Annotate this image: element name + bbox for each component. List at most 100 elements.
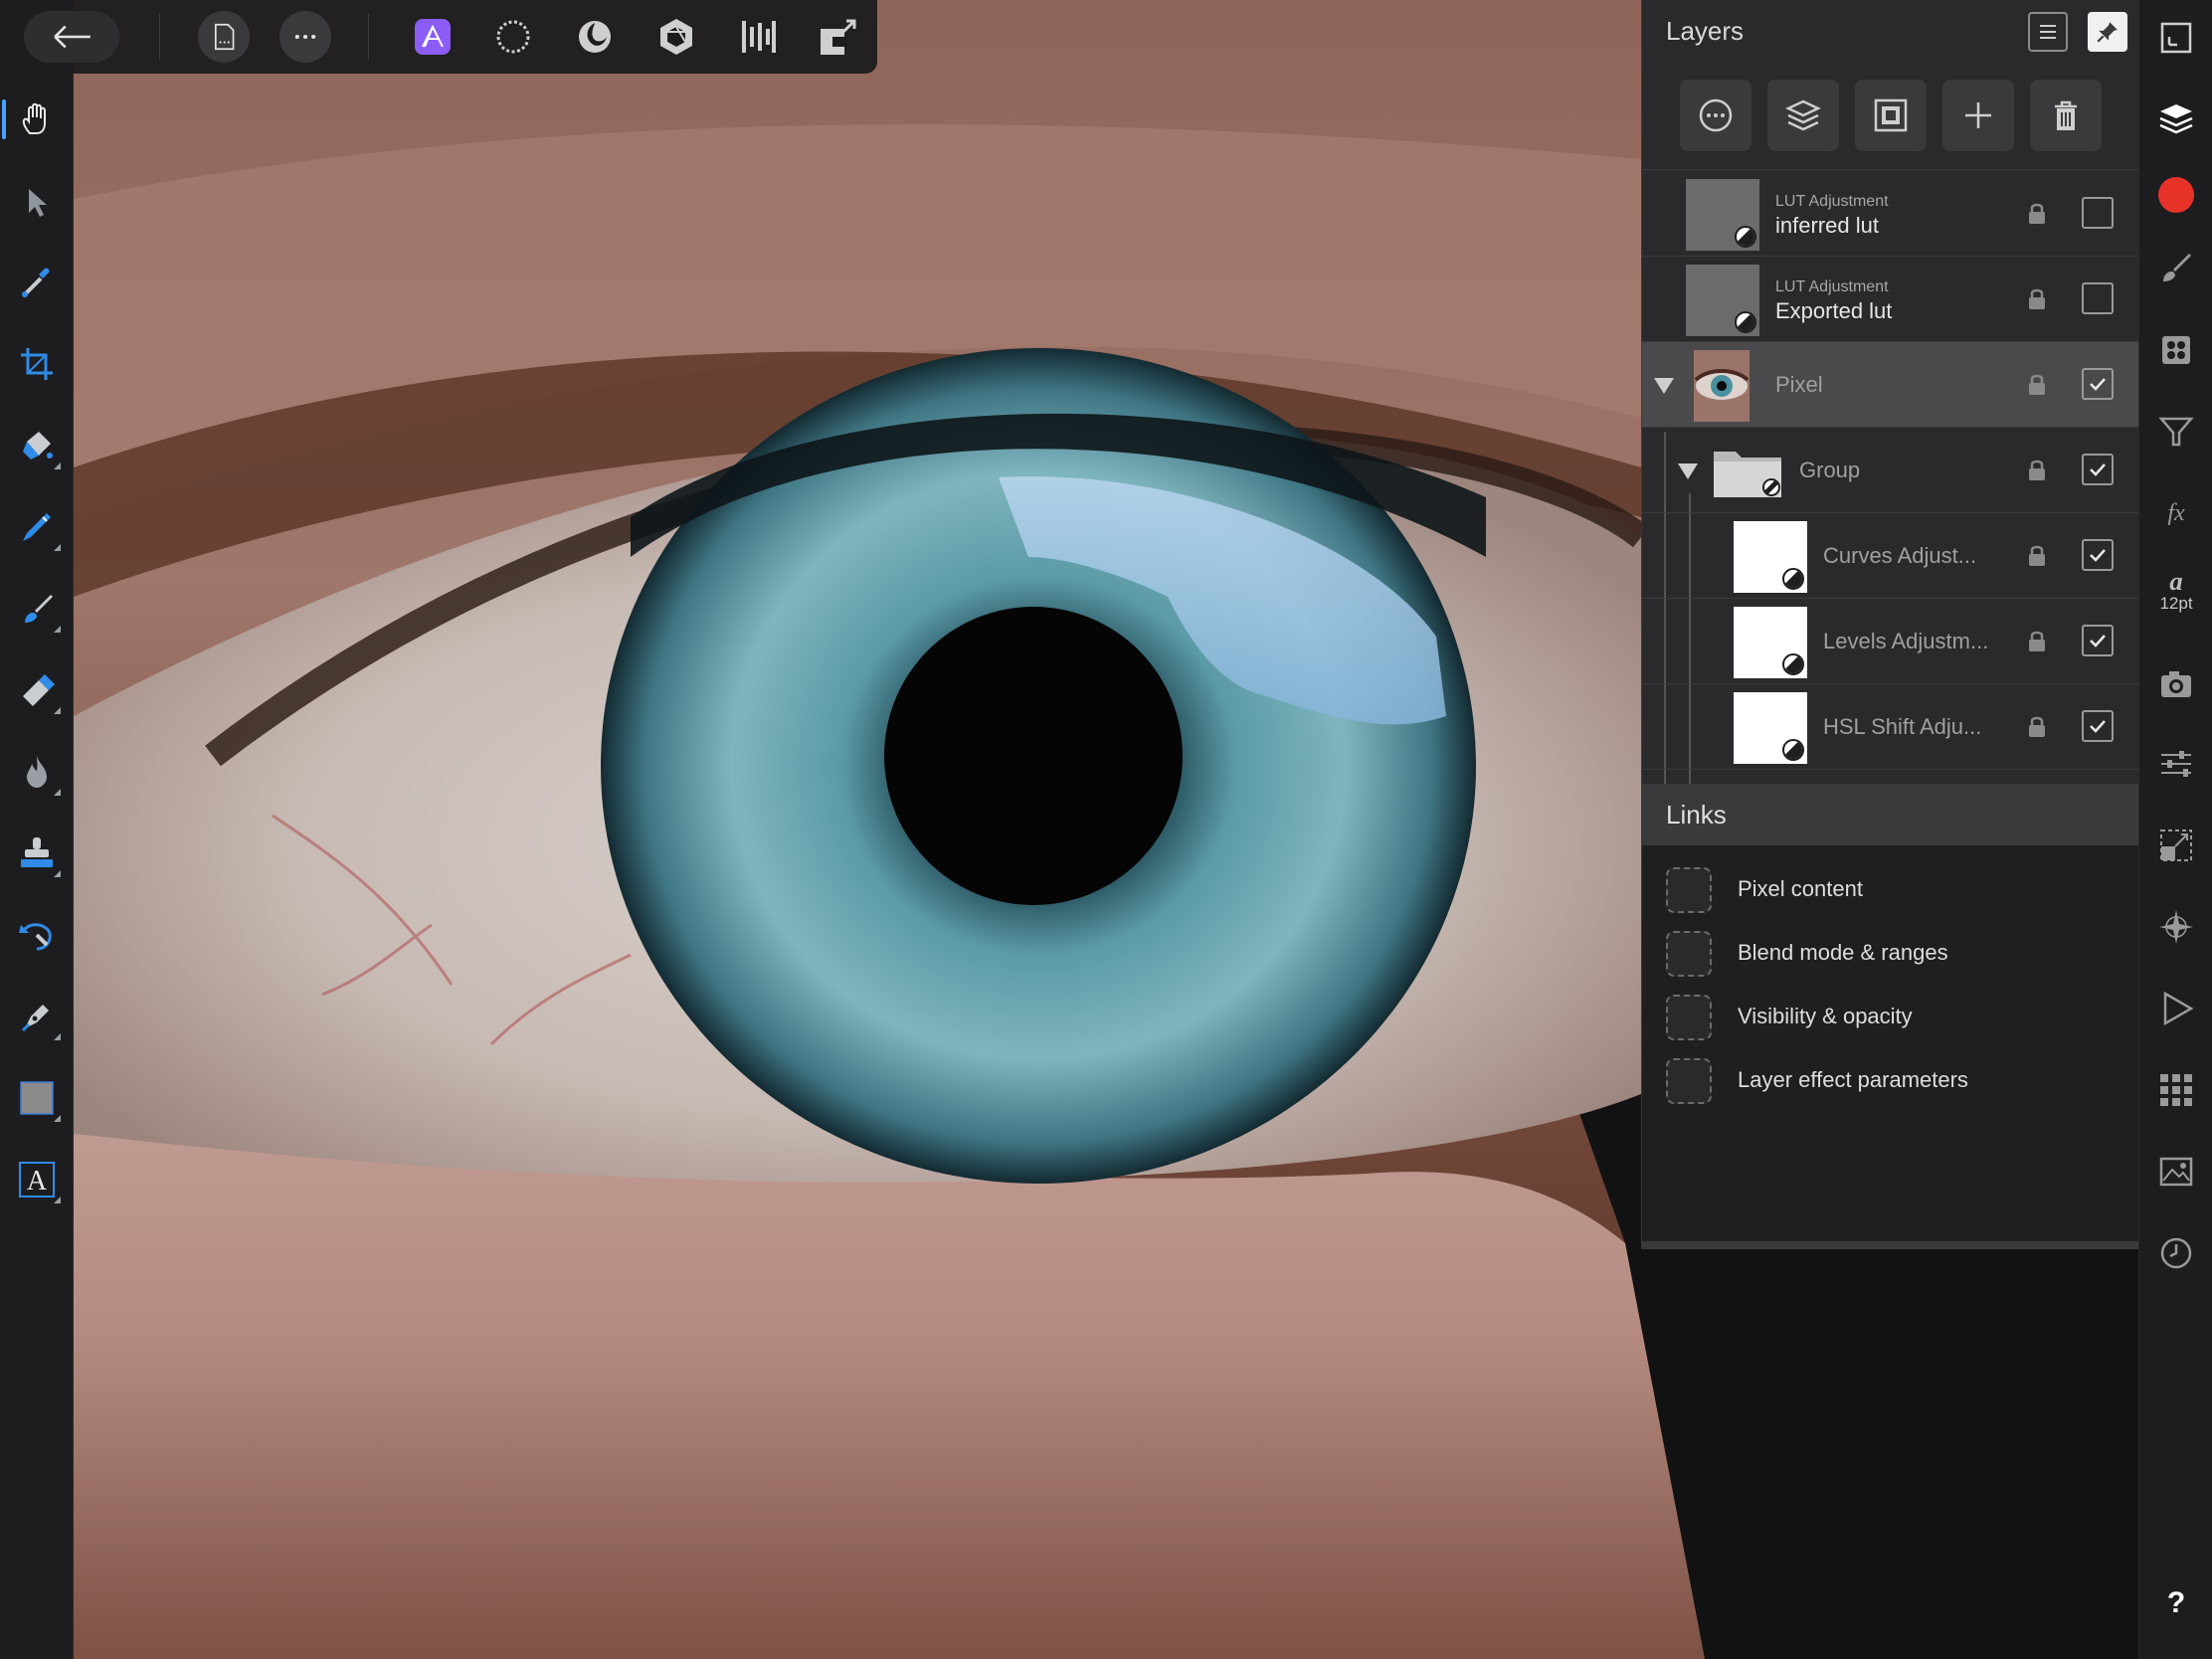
layer-row-hsl-shift-adjustment[interactable]: HSL Shift Adju... [1642, 684, 2139, 770]
tools-panel: A [0, 0, 74, 1659]
help-button[interactable]: ? [2150, 1577, 2202, 1629]
fx-icon[interactable]: fx [2150, 487, 2202, 539]
svg-text:A: A [27, 1166, 48, 1197]
layer-name: Curves Adjust... [1823, 543, 1977, 568]
paint-brush-tool-icon[interactable] [11, 583, 63, 635]
layer-options-button[interactable] [1680, 80, 1751, 151]
adjustment-badge-icon [1782, 653, 1804, 675]
panel-menu-button[interactable] [2028, 12, 2068, 52]
visibility-checkbox[interactable] [2082, 710, 2114, 742]
visibility-checkbox[interactable] [2082, 197, 2114, 229]
selection-persona-icon[interactable] [485, 9, 541, 65]
visibility-checkbox[interactable] [2082, 282, 2114, 314]
macros-play-icon[interactable] [2150, 983, 2202, 1034]
layer-row-inferred-lut[interactable]: LUT Adjustment inferred lut [1642, 171, 2139, 257]
navigator-icon[interactable] [2150, 12, 2202, 64]
lock-icon[interactable] [2026, 629, 2048, 654]
erase-brush-tool-icon[interactable] [11, 664, 63, 716]
layer-stack-icon[interactable] [1767, 80, 1839, 151]
layer-name: Pixel [1775, 372, 1823, 397]
lock-icon[interactable] [2026, 714, 2048, 740]
svg-text:a: a [2169, 568, 2182, 596]
lock-icon[interactable] [2026, 458, 2048, 483]
link-option-layer-effect-parameters[interactable]: Layer effect parameters [1642, 1052, 2139, 1108]
link-checkbox[interactable] [1666, 1058, 1712, 1104]
links-header[interactable]: Links [1642, 784, 2139, 845]
studio-bar: fx a 12pt ? [2138, 0, 2212, 1659]
layer-row-curves-adjustment[interactable]: Curves Adjust... [1642, 513, 2139, 599]
clone-brush-tool-stamp-icon[interactable] [11, 828, 63, 879]
panel-resize-edge[interactable] [1642, 1241, 2139, 1249]
visibility-checkbox[interactable] [2082, 368, 2114, 400]
stock-images-icon[interactable] [2150, 1146, 2202, 1198]
link-option-visibility-opacity[interactable]: Visibility & opacity [1642, 989, 2139, 1044]
link-label: Pixel content [1738, 876, 1863, 901]
layer-actions-bar [1642, 64, 2139, 170]
artistic-text-tool-icon[interactable]: A [11, 1154, 63, 1205]
flood-fill-tool-icon[interactable] [11, 420, 63, 471]
layer-row-exported-lut[interactable]: LUT Adjustment Exported lut [1642, 257, 2139, 342]
stock-compass-icon[interactable] [2150, 901, 2202, 953]
text-style-icon[interactable]: a 12pt [2150, 565, 2202, 617]
link-checkbox[interactable] [1666, 931, 1712, 977]
lock-icon[interactable] [2026, 372, 2048, 398]
layer-name: Levels Adjustm... [1823, 629, 1989, 653]
rectangle-tool-icon[interactable] [11, 1072, 63, 1124]
link-checkbox[interactable] [1666, 867, 1712, 913]
color-picker-tool-icon[interactable] [11, 257, 63, 308]
link-option-pixel-content[interactable]: Pixel content [1642, 861, 2139, 917]
view-tool-hand-icon[interactable] [2, 93, 63, 145]
layer-thumbnail [1686, 179, 1759, 251]
layer-row-group[interactable]: Group [1642, 428, 2139, 513]
top-toolbar [0, 0, 877, 74]
crop-tool-icon[interactable] [11, 338, 63, 390]
channels-icon[interactable] [2150, 324, 2202, 376]
links-title: Links [1666, 800, 1727, 830]
move-tool-pointer-icon[interactable] [11, 177, 63, 229]
layer-name: inferred lut [1775, 213, 1879, 238]
document-button[interactable] [198, 11, 250, 63]
photo-persona-icon[interactable] [405, 9, 461, 65]
folder-icon [1710, 436, 1785, 507]
pen-tool-icon[interactable] [11, 991, 63, 1042]
lock-icon[interactable] [2026, 201, 2048, 227]
back-button[interactable] [24, 11, 119, 63]
link-checkbox[interactable] [1666, 995, 1712, 1040]
snapshots-camera-icon[interactable] [2150, 658, 2202, 710]
more-options-button[interactable] [279, 11, 331, 63]
layer-thumbnail [1734, 607, 1807, 678]
expand-triangle-icon[interactable] [1678, 463, 1698, 479]
burn-brush-tool-flame-icon[interactable] [11, 746, 63, 798]
visibility-checkbox[interactable] [2082, 454, 2114, 485]
current-color-swatch[interactable] [2158, 177, 2194, 213]
color-icon[interactable] [2150, 169, 2202, 221]
layer-row-pixel[interactable]: Pixel [1642, 342, 2139, 428]
develop-persona-icon[interactable] [648, 9, 704, 65]
add-layer-button[interactable] [1942, 80, 2014, 151]
selection-brush-tool-icon[interactable] [11, 501, 63, 553]
link-option-blend-mode[interactable]: Blend mode & ranges [1642, 925, 2139, 981]
mask-layer-icon[interactable] [1855, 80, 1927, 151]
transform-icon[interactable] [2150, 820, 2202, 871]
pin-panel-button[interactable] [2088, 12, 2127, 52]
export-persona-icon[interactable] [811, 9, 866, 65]
visibility-checkbox[interactable] [2082, 539, 2114, 571]
delete-layer-trash-icon[interactable] [2030, 80, 2102, 151]
library-grid-icon[interactable] [2150, 1064, 2202, 1116]
lock-icon[interactable] [2026, 286, 2048, 312]
adjustments-sliders-icon[interactable] [2150, 738, 2202, 790]
histogram-filter-icon[interactable] [2150, 406, 2202, 458]
visibility-checkbox[interactable] [2082, 625, 2114, 656]
brushes-icon[interactable] [2150, 243, 2202, 294]
liquify-persona-icon[interactable] [567, 9, 623, 65]
undo-brush-tool-icon[interactable] [11, 909, 63, 961]
svg-text:fx: fx [2167, 500, 2185, 526]
layers-icon[interactable] [2150, 93, 2202, 145]
history-clock-icon[interactable] [2150, 1227, 2202, 1279]
tone-mapping-persona-icon[interactable] [730, 9, 786, 65]
layer-row-levels-adjustment[interactable]: Levels Adjustm... [1642, 599, 2139, 684]
adjustment-badge-icon [1782, 568, 1804, 590]
expand-triangle-icon[interactable] [1654, 378, 1674, 394]
adjustment-badge-icon [1735, 226, 1756, 248]
lock-icon[interactable] [2026, 543, 2048, 569]
